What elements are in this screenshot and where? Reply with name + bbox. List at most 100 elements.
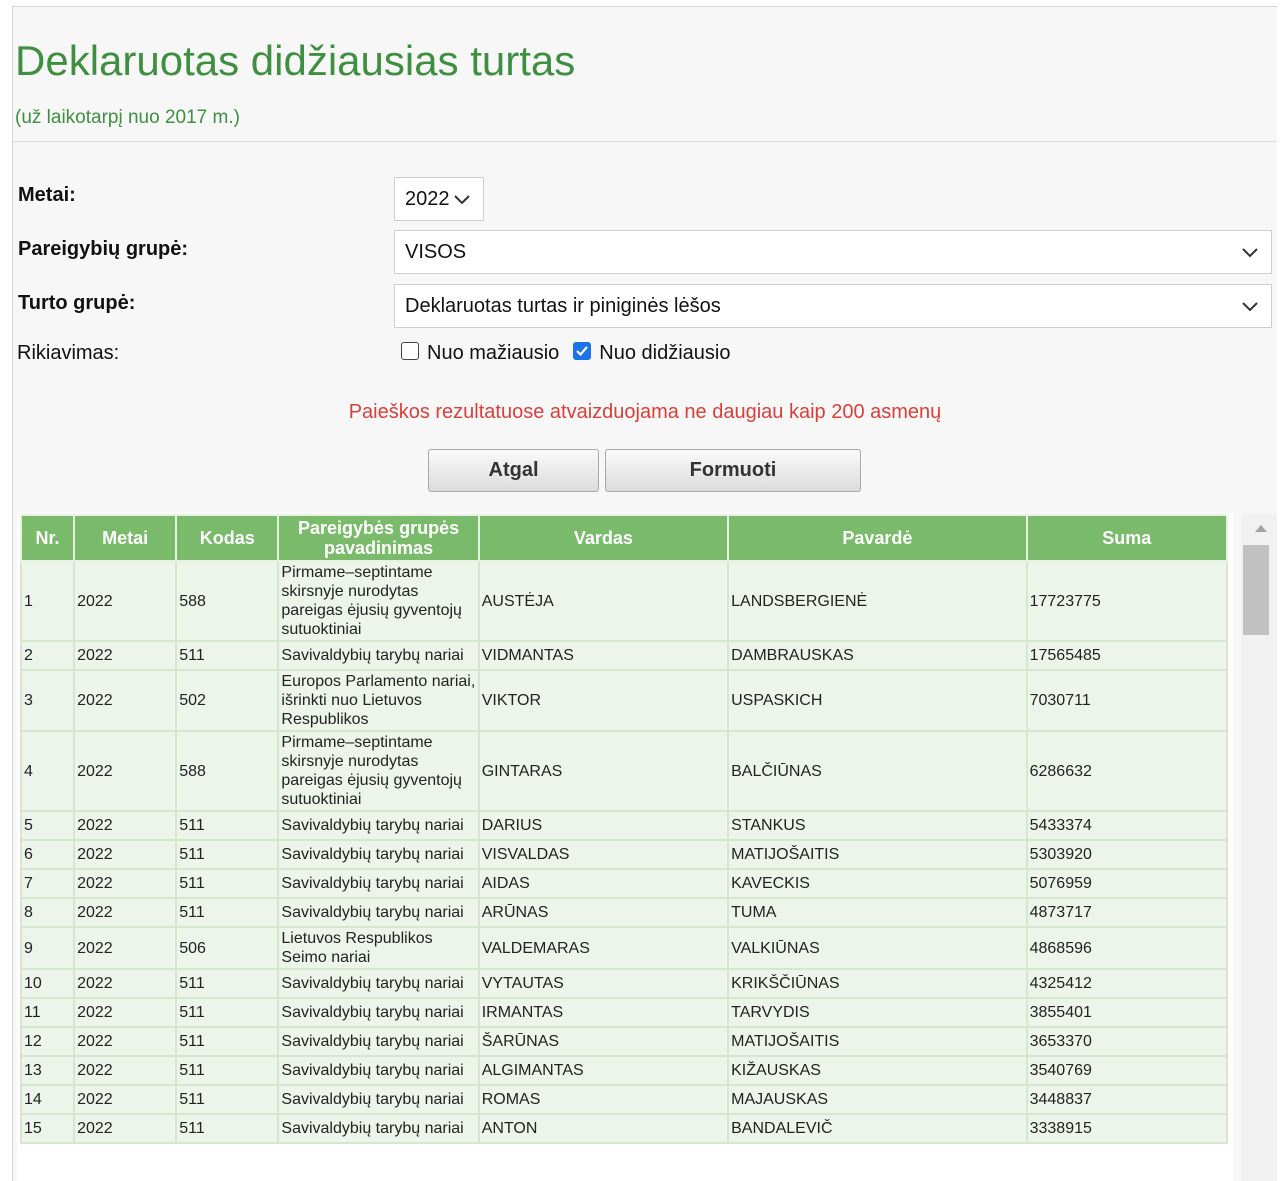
table-cell: 17723775 <box>1025 560 1229 642</box>
sort-label: Rikiavimas: <box>17 342 120 364</box>
table-cell: 6 <box>19 839 76 870</box>
sort-desc-checkbox[interactable] <box>573 341 592 360</box>
table-cell: MATIJOŠAITIS <box>727 839 1028 870</box>
table-cell: VIKTOR <box>477 669 730 732</box>
table-cell: 2022 <box>73 997 178 1028</box>
asset-group-select-value: Deklaruotas turtas ir piniginės lėšos <box>405 294 721 317</box>
table-cell: AIDAS <box>477 868 730 899</box>
table-cell: LANDSBERGIENĖ <box>727 560 1028 642</box>
table-cell: 3855401 <box>1025 997 1229 1028</box>
table-cell: Savivaldybių tarybų nariai <box>277 1113 480 1144</box>
column-header[interactable]: Kodas <box>175 514 280 562</box>
table-cell: KAVECKIS <box>727 868 1028 899</box>
table-cell: 2 <box>19 640 76 671</box>
generate-button[interactable]: Formuoti <box>605 449 861 492</box>
table-cell: 2022 <box>73 669 178 732</box>
sort-asc-checkbox[interactable] <box>401 341 419 360</box>
table-row: 1 2022 588 Pirmame–septintame skirsnyje nur… <box>19 560 1229 642</box>
table-cell: MAJAUSKAS <box>727 1084 1028 1115</box>
table-cell: 502 <box>175 669 280 732</box>
table-cell: 15 <box>19 1113 76 1144</box>
table-cell: AUSTĖJA <box>477 560 730 642</box>
table-cell: KRIKŠČIŪNAS <box>727 968 1028 999</box>
back-button[interactable]: Atgal <box>428 449 599 492</box>
table-cell: 5303920 <box>1025 839 1229 870</box>
table-cell: 511 <box>175 1113 280 1144</box>
table-cell: Savivaldybių tarybų nariai <box>277 839 480 870</box>
table-cell: 511 <box>175 640 280 671</box>
main-frame: Deklaruotas didžiausias turtas (už laiko… <box>12 6 1277 1181</box>
table-cell: BANDALEVIČ <box>727 1113 1028 1144</box>
table-cell: Savivaldybių tarybų nariai <box>277 997 480 1028</box>
sort-asc-label: Nuo mažiausio <box>427 342 560 364</box>
table-cell: 5433374 <box>1025 810 1229 841</box>
table-cell: VALDEMARAS <box>477 926 730 970</box>
table-cell: 8 <box>19 897 76 928</box>
table-cell: 2022 <box>73 730 178 812</box>
asset-group-select[interactable]: Deklaruotas turtas ir piniginės lėšos <box>394 284 1272 328</box>
table-cell: 3540769 <box>1025 1055 1229 1086</box>
column-header[interactable]: Nr. <box>19 514 76 562</box>
table-cell: 511 <box>175 868 280 899</box>
table-cell: BALČIŪNAS <box>727 730 1028 812</box>
table-cell: TARVYDIS <box>727 997 1028 1028</box>
table-cell: 506 <box>175 926 280 970</box>
table-cell: VISVALDAS <box>477 839 730 870</box>
vertical-scrollbar[interactable] <box>1241 513 1277 1181</box>
table-cell: Europos Parlamento nariai, išrinkti nuo … <box>277 669 480 732</box>
table-cell: 511 <box>175 1084 280 1115</box>
table-cell: 4868596 <box>1025 926 1229 970</box>
table-cell: Pirmame–septintame skirsnyje nurodytas p… <box>277 730 480 812</box>
table-row: 3 2022 502 Europos Parlamento nariai, išrin… <box>19 669 1229 732</box>
table-body: 1 2022 588 Pirmame–septintame skirsnyje nur… <box>19 560 1229 1144</box>
year-select[interactable]: 2022 <box>394 177 484 221</box>
table-cell: Savivaldybių tarybų nariai <box>277 810 480 841</box>
table-cell: 2022 <box>73 1084 178 1115</box>
position-group-label: Pareigybių grupė: <box>18 238 189 260</box>
table-cell: STANKUS <box>727 810 1028 841</box>
page-header: Deklaruotas didžiausias turtas (už laiko… <box>13 7 1277 142</box>
scroll-up-arrow-icon[interactable] <box>1255 525 1267 532</box>
page-title: Deklaruotas didžiausias turtas <box>15 37 576 84</box>
table-cell: DAMBRAUSKAS <box>727 640 1028 671</box>
column-header[interactable]: Vardas <box>477 514 730 562</box>
table-cell: 588 <box>175 560 280 642</box>
table-cell: 4 <box>19 730 76 812</box>
table-row: 15 2022 511 Savivaldybių tarybų nariai ANTON… <box>19 1113 1229 1144</box>
table-cell: Savivaldybių tarybų nariai <box>277 868 480 899</box>
position-group-select[interactable]: VISOS <box>394 230 1272 274</box>
table-cell: Lietuvos Respublikos Seimo nariai <box>277 926 480 970</box>
table-cell: ROMAS <box>477 1084 730 1115</box>
column-header[interactable]: Pavardė <box>727 514 1028 562</box>
table-row: 6 2022 511 Savivaldybių tarybų nariai VISVAL… <box>19 839 1229 870</box>
table-cell: 511 <box>175 897 280 928</box>
table-cell: Savivaldybių tarybų nariai <box>277 897 480 928</box>
table-header-row: Nr. Metai Kodas Pareigybės grupės pavadi… <box>19 514 1229 562</box>
column-header[interactable]: Pareigybės grupės pavadinimas <box>277 514 480 562</box>
table-row: 12 2022 511 Savivaldybių tarybų nariai ŠARŪN… <box>19 1026 1229 1057</box>
table-cell: Savivaldybių tarybų nariai <box>277 968 480 999</box>
table-cell: Pirmame–septintame skirsnyje nurodytas p… <box>277 560 480 642</box>
table-row: 11 2022 511 Savivaldybių tarybų nariai IRMAN… <box>19 997 1229 1028</box>
chevron-down-icon <box>1242 302 1258 312</box>
column-header[interactable]: Metai <box>73 514 178 562</box>
page: Deklaruotas didžiausias turtas (už laiko… <box>0 0 1280 1181</box>
table-cell: 3338915 <box>1025 1113 1229 1144</box>
table-row: 13 2022 511 Savivaldybių tarybų nariai ALGIM… <box>19 1055 1229 1086</box>
column-header[interactable]: Suma <box>1025 514 1229 562</box>
table-cell: ŠARŪNAS <box>477 1026 730 1057</box>
table-cell: ALGIMANTAS <box>477 1055 730 1086</box>
table-cell: 511 <box>175 1026 280 1057</box>
table-cell: VALKIŪNAS <box>727 926 1028 970</box>
scroll-thumb[interactable] <box>1243 545 1269 635</box>
table-cell: 2022 <box>73 1026 178 1057</box>
table-cell: 7 <box>19 868 76 899</box>
check-icon <box>576 345 589 356</box>
table-cell: 2022 <box>73 926 178 970</box>
results-table-container: Nr. Metai Kodas Pareigybės grupės pavadi… <box>17 513 1233 1181</box>
sort-options: Nuo mažiausio Nuo didžiausio <box>401 341 731 365</box>
table-cell: 4873717 <box>1025 897 1229 928</box>
table-cell: 5076959 <box>1025 868 1229 899</box>
table-cell: 3448837 <box>1025 1084 1229 1115</box>
table-cell: KIŽAUSKAS <box>727 1055 1028 1086</box>
